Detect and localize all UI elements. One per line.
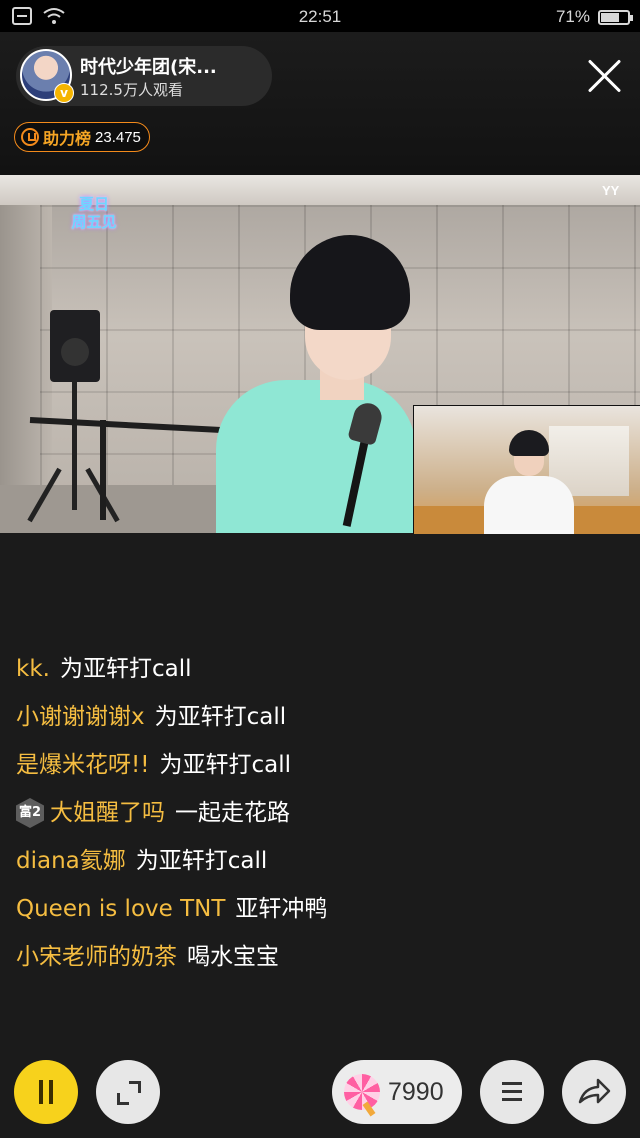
menu-icon[interactable]	[480, 1060, 544, 1124]
rank-icon	[21, 128, 39, 146]
chat-username[interactable]: diana氦娜	[16, 840, 126, 882]
yy-watermark: YY	[602, 183, 620, 198]
chat-list: kk. 为亚轩打call 小谢谢谢谢x 为亚轩打call 是爆米花呀!! 为亚轩…	[16, 645, 616, 981]
chat-item: diana氦娜 为亚轩打call	[16, 837, 616, 885]
rank-label: 助力榜	[43, 129, 92, 148]
battery-indicator: 71%	[555, 7, 633, 27]
expand-corner	[129, 1081, 141, 1093]
mic-stand	[100, 420, 106, 520]
performer-body	[216, 380, 416, 533]
chat-username[interactable]: 小谢谢谢谢x	[16, 696, 145, 738]
share-icon[interactable]	[562, 1060, 626, 1124]
gift-button[interactable]: 7990	[332, 1060, 462, 1124]
show-logo-line2: 周五见	[71, 213, 117, 231]
pip-video[interactable]	[413, 405, 640, 534]
battery-percent: 71%	[555, 7, 590, 26]
speaker-stand	[72, 380, 77, 510]
pip-singer-body	[484, 476, 574, 534]
chat-username[interactable]: 大姐醒了吗	[50, 792, 165, 834]
chat-item: kk. 为亚轩打call	[16, 645, 616, 693]
host-info[interactable]: v 时代少年团(宋... 112.5万人观看	[16, 46, 272, 106]
lollipop-icon	[344, 1074, 380, 1110]
menu-line	[502, 1082, 522, 1085]
verified-icon: v	[54, 83, 74, 103]
chat-message: 为亚轩打call	[159, 752, 291, 778]
chat-item: 富2 大姐醒了吗 一起走花路	[16, 789, 616, 837]
status-bar: 22:51 71%	[0, 0, 640, 32]
chat-message: 为亚轩打call	[135, 848, 268, 874]
chat-message: 为亚轩打call	[154, 704, 287, 730]
share-arrow	[578, 1078, 611, 1104]
chat-message: 喝水宝宝	[187, 944, 279, 970]
chat-item: 是爆米花呀!! 为亚轩打call	[16, 741, 616, 789]
expand-icon[interactable]	[96, 1060, 160, 1124]
battery-level	[601, 12, 620, 22]
pause-icon[interactable]	[14, 1060, 78, 1124]
expand-corner	[117, 1093, 129, 1105]
chat-item: 小谢谢谢谢x 为亚轩打call	[16, 693, 616, 741]
room-header: v 时代少年团(宋... 112.5万人观看 助力榜 23.475	[0, 32, 640, 175]
close-icon[interactable]	[584, 56, 624, 96]
wealth-level-icon: 富2	[16, 798, 44, 828]
pip-singer-hair	[509, 430, 549, 456]
chat-username[interactable]: 是爆米花呀!!	[16, 744, 149, 786]
chat-username[interactable]: 小宋老师的奶茶	[16, 936, 177, 978]
chat-message: 为亚轩打call	[59, 656, 192, 682]
chat-message: 亚轩冲鸭	[235, 896, 328, 922]
gift-count: 7990	[388, 1077, 444, 1106]
chat-item: 小宋老师的奶茶 喝水宝宝	[16, 933, 616, 981]
chat-username[interactable]: Queen is love TNT	[16, 888, 225, 930]
speaker	[50, 310, 100, 382]
show-logo-line1: 夏日	[78, 195, 109, 213]
chat-item: Queen is love TNT 亚轩冲鸭	[16, 885, 616, 933]
status-time: 22:51	[298, 7, 342, 26]
battery-icon	[598, 9, 633, 25]
viewer-count: 112.5万人观看	[80, 81, 183, 99]
rank-value: 23.475	[95, 128, 141, 146]
host-name: 时代少年团(宋...	[80, 57, 217, 78]
menu-line	[502, 1098, 522, 1101]
menu-line	[502, 1090, 522, 1093]
show-logo: 夏日 周五见	[62, 195, 126, 235]
chat-username[interactable]: kk.	[16, 648, 50, 690]
bottom-toolbar: 7990	[0, 1055, 640, 1138]
rank-badge[interactable]: 助力榜 23.475	[14, 122, 150, 152]
chat-message: 一起走花路	[175, 800, 290, 826]
